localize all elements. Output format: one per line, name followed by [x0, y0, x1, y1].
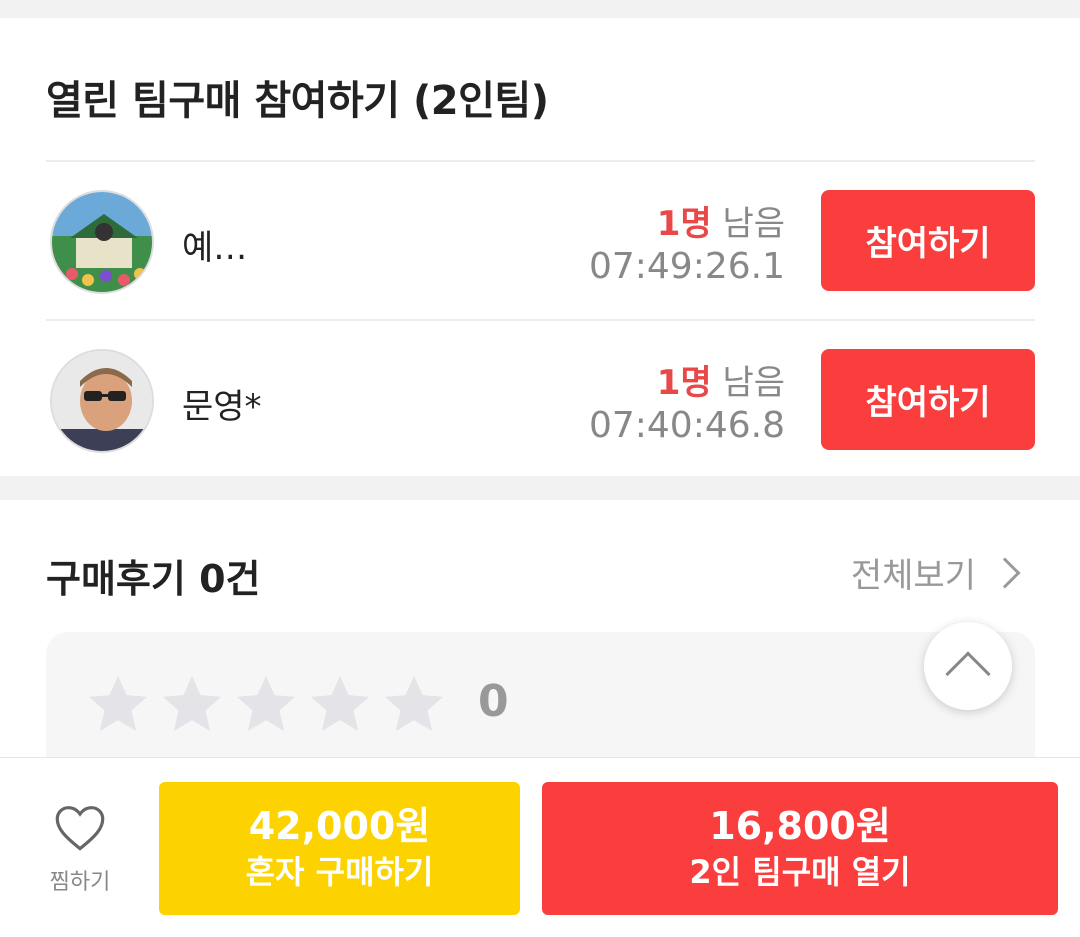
buy-alone-button[interactable]: 42,000원 혼자 구매하기 [159, 782, 520, 915]
star-icon [82, 670, 154, 740]
remaining-suffix: 남음 [722, 363, 785, 403]
team-list: 예… 1명 남음 07:49:26.1 참여하기 문영* 1명 남음 07:40… [46, 160, 1035, 478]
member-name: 예… [182, 228, 248, 268]
chevron-right-icon [989, 556, 1021, 589]
chevron-up-icon [945, 651, 991, 697]
member-name: 문영* [182, 387, 262, 427]
star-icon [230, 670, 302, 740]
scroll-to-top-button[interactable] [924, 622, 1012, 710]
solo-price: 42,000원 [248, 803, 431, 848]
product-page: 열린 팀구매 참여하기 (2인팀) 예… 1명 남음 07:49:26.1 참여… [0, 0, 1080, 937]
wishlist-button[interactable]: 찜하기 [38, 802, 122, 896]
team-row: 예… 1명 남음 07:49:26.1 참여하기 [46, 160, 1035, 319]
team-row: 문영* 1명 남음 07:40:46.8 참여하기 [46, 319, 1035, 478]
star-icon [378, 670, 450, 740]
heart-icon [52, 806, 108, 856]
avatar [50, 190, 154, 294]
solo-label: 혼자 구매하기 [245, 852, 434, 891]
see-all-label: 전체보기 [850, 556, 976, 596]
avatar [50, 349, 154, 453]
team-price: 16,800원 [709, 803, 891, 848]
see-all-link[interactable]: 전체보기 [851, 548, 1026, 597]
team-buy-title: 열린 팀구매 참여하기 (2인팀) [46, 78, 549, 124]
star-icon [156, 670, 228, 740]
rating-value: 0 [478, 676, 509, 727]
team-label: 2인 팀구매 열기 [689, 852, 911, 891]
review-title: 구매후기 0건 [46, 557, 261, 601]
team-buy-section: 열린 팀구매 참여하기 (2인팀) 예… 1명 남음 07:49:26.1 참여… [0, 18, 1080, 476]
join-team-button[interactable]: 참여하기 [821, 190, 1035, 291]
join-team-button[interactable]: 참여하기 [821, 349, 1035, 450]
star-rating [82, 670, 450, 740]
wishlist-label: 찜하기 [49, 870, 111, 895]
remaining-number: 1명 [656, 363, 712, 403]
countdown-timer: 07:40:46.8 [588, 405, 785, 446]
remaining-suffix: 남음 [722, 204, 785, 244]
open-team-buy-button[interactable]: 16,800원 2인 팀구매 열기 [542, 782, 1058, 915]
remaining-count: 1명 남음 [657, 355, 785, 404]
purchase-bar: 찜하기 42,000원 혼자 구매하기 16,800원 2인 팀구매 열기 [0, 757, 1080, 937]
remaining-count: 1명 남음 [657, 196, 785, 245]
star-icon [304, 670, 376, 740]
countdown-timer: 07:49:26.1 [588, 246, 785, 287]
remaining-number: 1명 [656, 204, 712, 244]
